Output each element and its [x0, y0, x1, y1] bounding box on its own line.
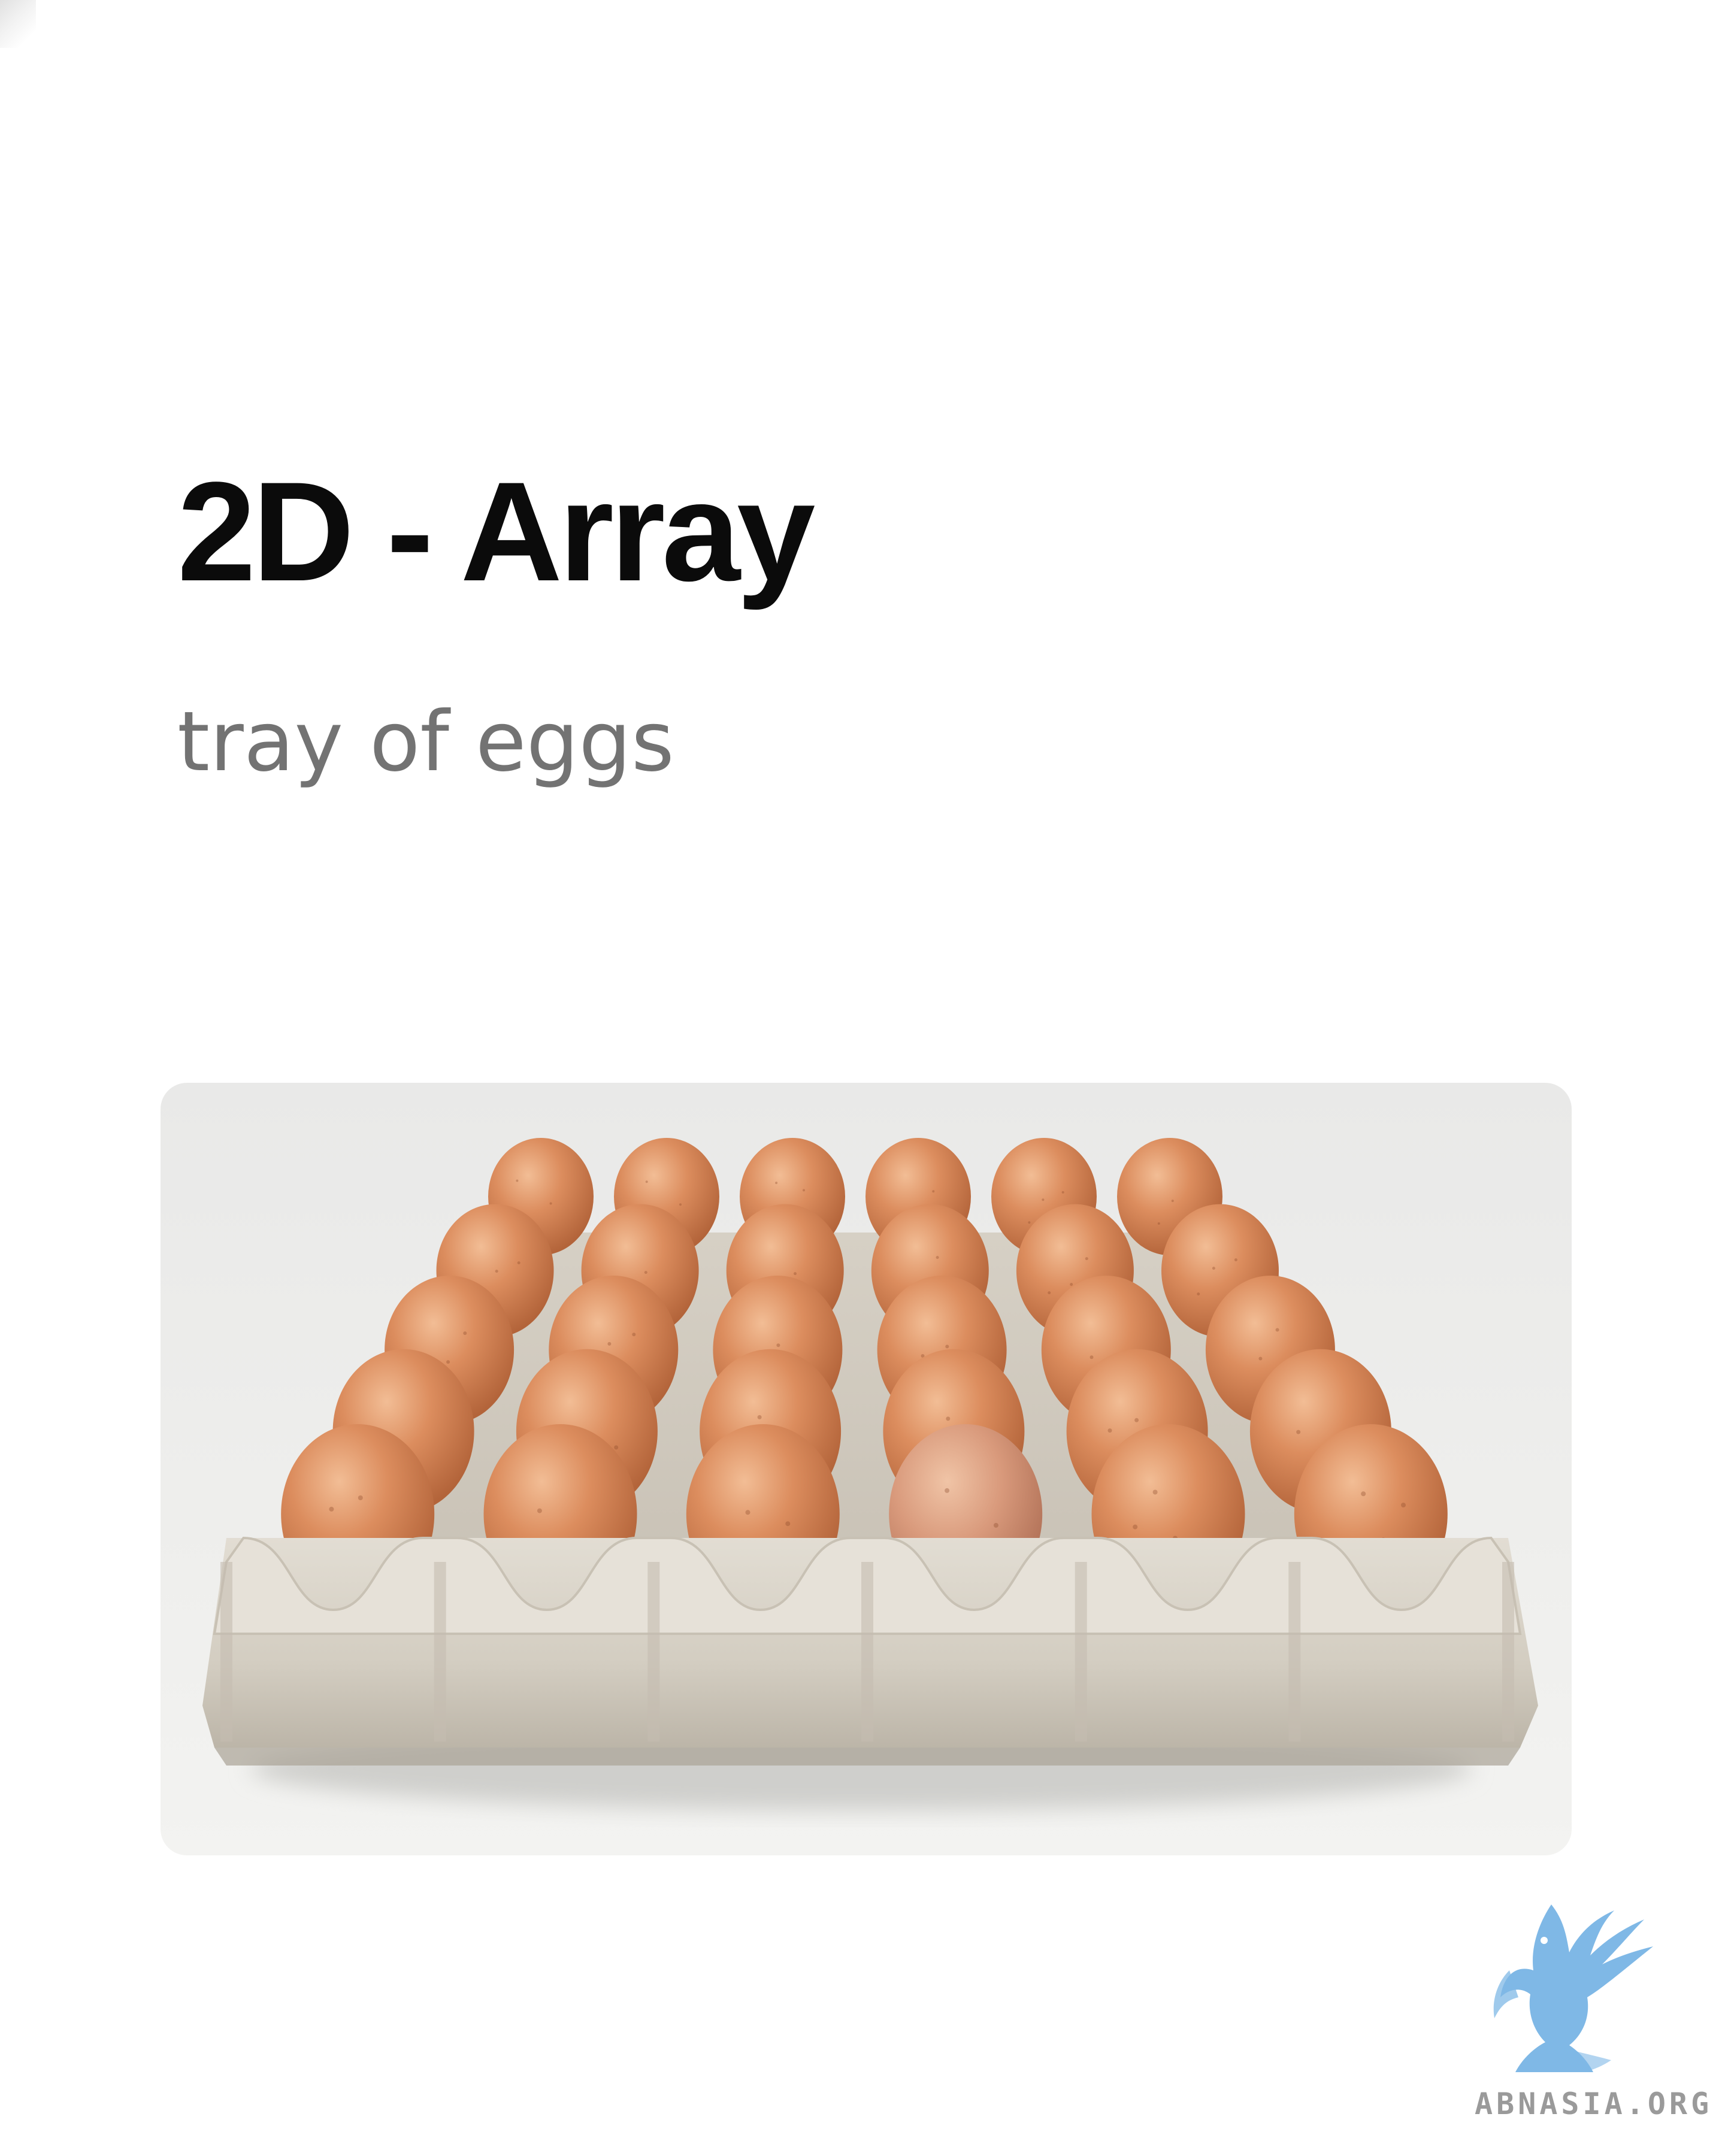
egg-speckle — [1107, 1428, 1112, 1433]
egg-speckle — [1061, 1191, 1064, 1194]
egg-speckle — [1152, 1489, 1158, 1495]
egg-speckle — [1090, 1355, 1094, 1359]
egg-speckle — [537, 1508, 542, 1513]
egg-speckle — [463, 1331, 467, 1336]
egg-speckle — [1296, 1430, 1301, 1434]
egg-tray-illustration — [202, 1138, 1538, 1810]
slide-title: 2D - Array — [177, 453, 815, 611]
egg-speckle — [549, 1202, 552, 1205]
egg-speckle — [775, 1182, 778, 1185]
tray-rib — [861, 1562, 873, 1742]
egg-speckle — [936, 1256, 939, 1259]
egg-speckle — [607, 1342, 612, 1346]
egg-speckle — [1028, 1221, 1031, 1224]
egg-speckle — [932, 1190, 935, 1193]
tray-rib — [647, 1562, 660, 1742]
egg-speckle — [1275, 1328, 1279, 1332]
tray-rib — [220, 1562, 232, 1742]
egg-speckle — [1070, 1283, 1073, 1286]
egg-speckle — [1048, 1291, 1051, 1295]
egg-speckle — [1157, 1222, 1160, 1225]
egg-speckle — [1042, 1198, 1045, 1201]
slide-page: 2D - Array tray of eggs ABNASIA.ORG — [0, 0, 1725, 2156]
egg-speckle — [946, 1416, 951, 1421]
egg-speckle — [803, 1189, 805, 1192]
egg-speckle — [1361, 1491, 1366, 1497]
egg-speckle — [329, 1506, 334, 1512]
tray-rib — [434, 1562, 446, 1742]
egg-speckle — [794, 1272, 797, 1276]
egg-speckle — [945, 1488, 950, 1493]
watermark-text: ABNASIA.ORG — [1475, 2087, 1713, 2121]
tray-rib — [1288, 1562, 1301, 1742]
egg-speckle — [1171, 1200, 1174, 1203]
corner-artifact — [0, 0, 36, 48]
egg-speckle — [785, 1521, 791, 1527]
egg-speckle — [1258, 1356, 1263, 1361]
egg-speckle — [1197, 1292, 1200, 1296]
egg-speckle — [1401, 1503, 1406, 1508]
tray-front-wall — [202, 1536, 1538, 1766]
egg-speckle — [679, 1203, 682, 1206]
egg-speckle — [358, 1495, 363, 1500]
egg-speckle — [614, 1445, 619, 1450]
egg-speckle — [446, 1360, 450, 1364]
egg-speckle — [757, 1415, 762, 1419]
tray-rib — [1502, 1562, 1514, 1742]
egg-speckle — [516, 1179, 519, 1182]
egg-speckle — [993, 1522, 998, 1528]
egg-speckle — [1234, 1258, 1237, 1262]
egg-speckle — [632, 1333, 636, 1337]
egg-speckle — [945, 1345, 949, 1349]
tray-rib — [1075, 1562, 1087, 1742]
egg-speckle — [1212, 1267, 1215, 1270]
egg-speckle — [644, 1271, 647, 1274]
egg-speckle — [745, 1510, 750, 1515]
egg-speckle — [645, 1180, 648, 1183]
egg-speckle — [495, 1270, 498, 1273]
egg-speckle — [1085, 1257, 1088, 1261]
egg-speckle — [776, 1343, 780, 1348]
egg-speckle — [517, 1261, 520, 1265]
egg-speckle — [1134, 1418, 1139, 1422]
griffin-logo-icon — [1493, 1904, 1653, 2072]
slide-subtitle: tray of eggs — [177, 694, 674, 790]
egg-tray-photo — [161, 1083, 1572, 1855]
egg-speckle — [1133, 1524, 1138, 1530]
